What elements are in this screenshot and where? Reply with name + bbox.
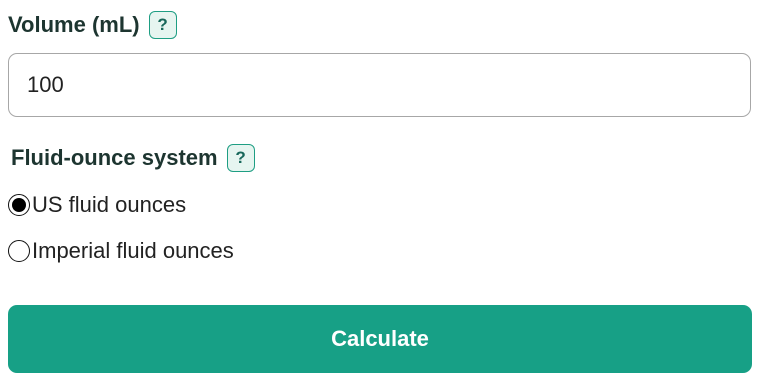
system-label-row: Fluid-ounce system ? [11,144,255,172]
radio-dot [12,198,26,212]
system-help-button[interactable]: ? [226,144,255,172]
volume-label: Volume (mL) [8,12,140,37]
volume-label-row: Volume (mL) ? [8,11,177,39]
calculate-button[interactable]: Calculate [8,305,752,373]
radio-selected-icon[interactable] [8,194,30,216]
radio-unselected-icon[interactable] [8,240,30,262]
volume-help-button[interactable]: ? [148,11,177,39]
system-label: Fluid-ounce system [11,145,218,170]
radio-us-fluid-ounces[interactable]: US fluid ounces [8,192,186,218]
radio-us-label[interactable]: US fluid ounces [32,192,186,218]
volume-input[interactable] [8,53,751,117]
radio-imperial-label[interactable]: Imperial fluid ounces [32,238,234,264]
radio-imperial-fluid-ounces[interactable]: Imperial fluid ounces [8,238,234,264]
